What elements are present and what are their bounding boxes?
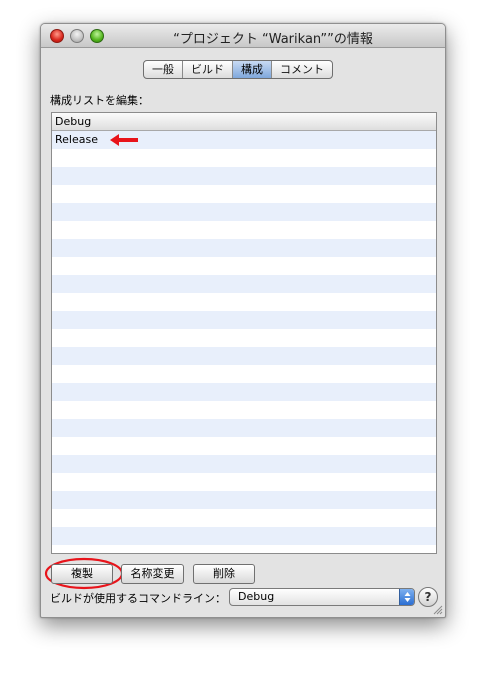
list-row — [52, 293, 436, 311]
list-row — [52, 239, 436, 257]
list-row — [52, 455, 436, 473]
list-row — [52, 185, 436, 203]
list-item-debug[interactable]: Debug — [52, 113, 436, 131]
duplicate-button[interactable]: 複製 — [51, 564, 113, 584]
list-row — [52, 401, 436, 419]
help-icon[interactable]: ? — [418, 587, 438, 607]
list-row — [52, 365, 436, 383]
list-row — [52, 383, 436, 401]
rename-button[interactable]: 名称変更 — [121, 564, 184, 584]
list-row — [52, 419, 436, 437]
list-row — [52, 275, 436, 293]
title-bar[interactable]: “プロジェクト “Warikan””の情報 — [41, 24, 445, 48]
list-row — [52, 437, 436, 455]
list-row — [52, 167, 436, 185]
list-row — [52, 527, 436, 545]
list-row — [52, 509, 436, 527]
config-list[interactable]: Debug Release — [51, 112, 437, 554]
list-item-label: Release — [55, 133, 98, 146]
tab-configurations[interactable]: 構成 — [233, 61, 272, 78]
command-line-value: Debug — [238, 590, 275, 603]
list-row — [52, 347, 436, 365]
list-row — [52, 491, 436, 509]
list-row — [52, 311, 436, 329]
config-list-label: 構成リストを編集： — [50, 94, 149, 107]
command-line-select[interactable]: Debug — [229, 588, 415, 606]
tab-bar: 一般 ビルド 構成 コメント — [143, 60, 333, 79]
red-arrow-annotation — [110, 134, 138, 146]
list-row — [52, 329, 436, 347]
info-window: “プロジェクト “Warikan””の情報 一般 ビルド 構成 コメント 構成リ… — [40, 23, 446, 618]
delete-button[interactable]: 削除 — [193, 564, 255, 584]
command-line-label: ビルドが使用するコマンドライン： — [50, 592, 226, 605]
tab-general[interactable]: 一般 — [144, 61, 183, 78]
popup-arrows-icon — [399, 589, 414, 605]
tab-comments[interactable]: コメント — [272, 61, 332, 78]
list-row — [52, 221, 436, 239]
tab-build[interactable]: ビルド — [183, 61, 233, 78]
zoom-button[interactable] — [90, 29, 104, 43]
list-row — [52, 149, 436, 167]
list-item-release[interactable]: Release — [52, 131, 436, 149]
close-button[interactable] — [50, 29, 64, 43]
list-row — [52, 257, 436, 275]
window-title: “プロジェクト “Warikan””の情報 — [173, 32, 373, 47]
resize-grip-icon[interactable] — [433, 605, 443, 615]
list-row — [52, 203, 436, 221]
minimize-button[interactable] — [70, 29, 84, 43]
list-row — [52, 473, 436, 491]
